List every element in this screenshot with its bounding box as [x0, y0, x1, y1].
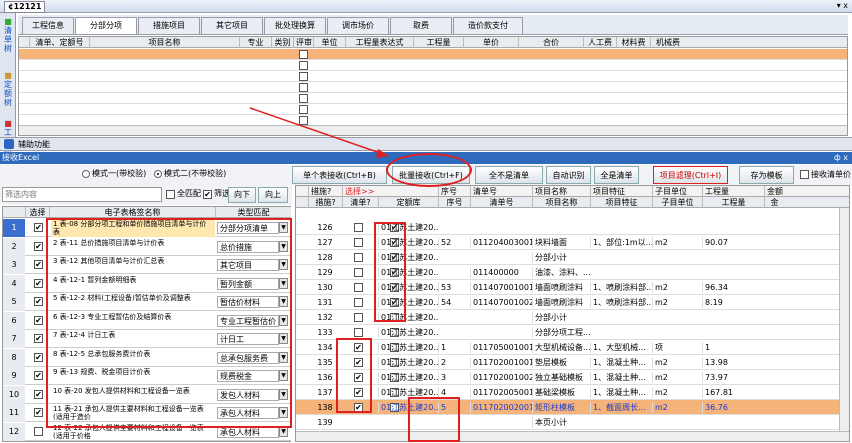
- annotation-arrow: [249, 107, 389, 158]
